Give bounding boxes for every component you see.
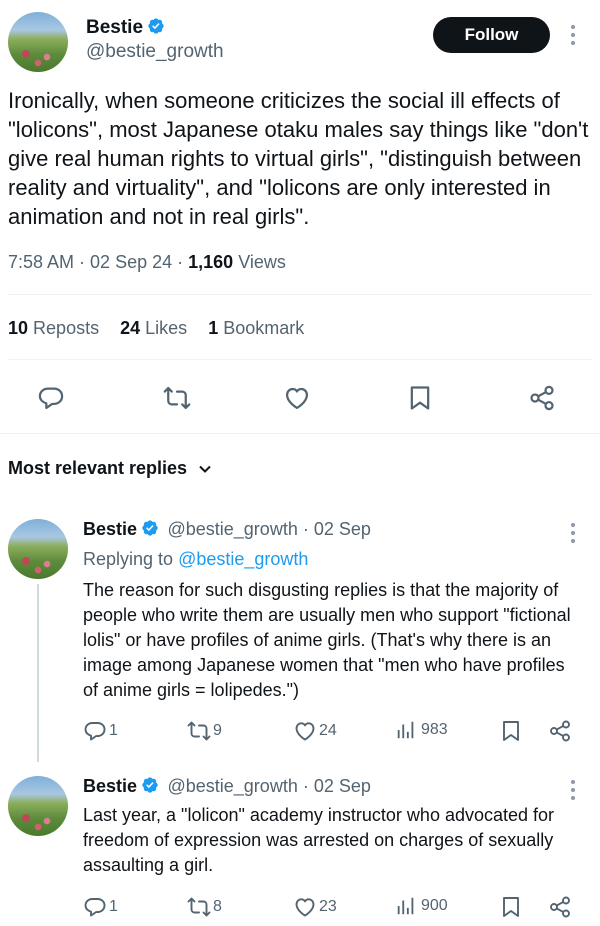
- verified-badge-icon: [141, 776, 159, 794]
- divider: [8, 294, 592, 295]
- bookmarks-count: 1: [208, 318, 219, 338]
- like-button[interactable]: 23: [293, 895, 337, 919]
- tweet-text: Ironically, when someone criticizes the …: [8, 88, 589, 229]
- likes-count: 24: [120, 318, 141, 338]
- like-count: 24: [319, 722, 337, 739]
- views-button[interactable]: 900: [395, 895, 448, 917]
- author-name[interactable]: Bestie: [86, 17, 143, 38]
- more-icon[interactable]: [568, 24, 578, 46]
- author-handle[interactable]: @bestie_growth: [86, 41, 224, 63]
- divider: [0, 433, 600, 434]
- reply-more-icon[interactable]: [568, 522, 578, 549]
- bookmark-button[interactable]: [499, 719, 525, 743]
- reply-header: Bestie @bestie_growth · 02 Sep: [83, 776, 371, 796]
- bookmarks-stat[interactable]: 1 Bookmark: [208, 318, 304, 338]
- likes-label: Likes: [145, 318, 188, 338]
- reply-count: 1: [109, 898, 118, 915]
- replying-prefix: Replying to: [83, 549, 174, 569]
- reposts-stat[interactable]: 10 Reposts: [8, 318, 99, 338]
- tweet-time[interactable]: 7:58 AM: [8, 252, 74, 272]
- share-icon[interactable]: [528, 384, 556, 412]
- views-button[interactable]: 983: [395, 719, 448, 741]
- share-button[interactable]: [548, 895, 574, 919]
- reply-text: The reason for such disgusting replies i…: [83, 580, 571, 700]
- repost-count: 8: [213, 898, 222, 915]
- reposts-label: Reposts: [33, 318, 100, 338]
- repost-button[interactable]: 9: [187, 719, 222, 743]
- chevron-down-icon: [199, 465, 211, 473]
- reply-author-name[interactable]: Bestie: [83, 519, 137, 539]
- reply-author-handle[interactable]: @bestie_growth: [167, 519, 297, 539]
- reply-author-name[interactable]: Bestie: [83, 776, 137, 796]
- share-button[interactable]: [548, 719, 574, 743]
- bookmarks-label: Bookmark: [223, 318, 305, 338]
- reply-button[interactable]: 1: [83, 719, 118, 743]
- verified-badge-icon: [147, 17, 165, 35]
- divider: [8, 359, 592, 360]
- bookmark-button[interactable]: [499, 895, 525, 919]
- repost-count: 9: [213, 722, 222, 739]
- reposts-count: 10: [8, 318, 29, 338]
- repost-button[interactable]: 8: [187, 895, 222, 919]
- views-count: 983: [421, 721, 448, 738]
- tweet-meta: 7:58 AM · 02 Sep 24 · 1,160 Views: [8, 252, 286, 272]
- views-label: Views: [238, 252, 286, 272]
- verified-badge-icon: [141, 519, 159, 537]
- replies-header: Most relevant replies: [8, 458, 188, 478]
- reply-avatar[interactable]: [8, 519, 68, 579]
- reply-text: Last year, a "lolicon" academy instructo…: [83, 805, 555, 875]
- reply-header: Bestie @bestie_growth · 02 Sep: [83, 519, 371, 539]
- replying-to-link[interactable]: @bestie_growth: [178, 549, 308, 569]
- repost-icon[interactable]: [163, 384, 191, 412]
- like-icon[interactable]: [283, 384, 311, 412]
- like-count: 23: [319, 898, 337, 915]
- reply-author-handle[interactable]: @bestie_growth: [167, 776, 297, 796]
- reply-icon[interactable]: [37, 384, 65, 412]
- avatar[interactable]: [8, 12, 68, 72]
- reply-count: 1: [109, 722, 118, 739]
- engagement-stats: 10 Reposts 24 Likes 1 Bookmark: [8, 318, 304, 339]
- reply-date[interactable]: 02 Sep: [314, 519, 371, 539]
- author-name-row: Bestie: [86, 17, 165, 39]
- like-button[interactable]: 24: [293, 719, 337, 743]
- tweet-date[interactable]: 02 Sep 24: [90, 252, 172, 272]
- reply-avatar[interactable]: [8, 776, 68, 836]
- likes-stat[interactable]: 24 Likes: [120, 318, 187, 338]
- replies-sort-dropdown[interactable]: Most relevant replies: [8, 458, 213, 479]
- views-count: 1,160: [188, 252, 234, 272]
- replying-to: Replying to @bestie_growth: [83, 549, 308, 570]
- bookmark-icon[interactable]: [406, 384, 434, 412]
- reply-button[interactable]: 1: [83, 895, 118, 919]
- thread-line: [37, 584, 39, 762]
- reply-date[interactable]: 02 Sep: [314, 776, 371, 796]
- views-count: 900: [421, 897, 448, 914]
- reply-more-icon[interactable]: [568, 779, 578, 806]
- follow-button[interactable]: Follow: [433, 17, 550, 53]
